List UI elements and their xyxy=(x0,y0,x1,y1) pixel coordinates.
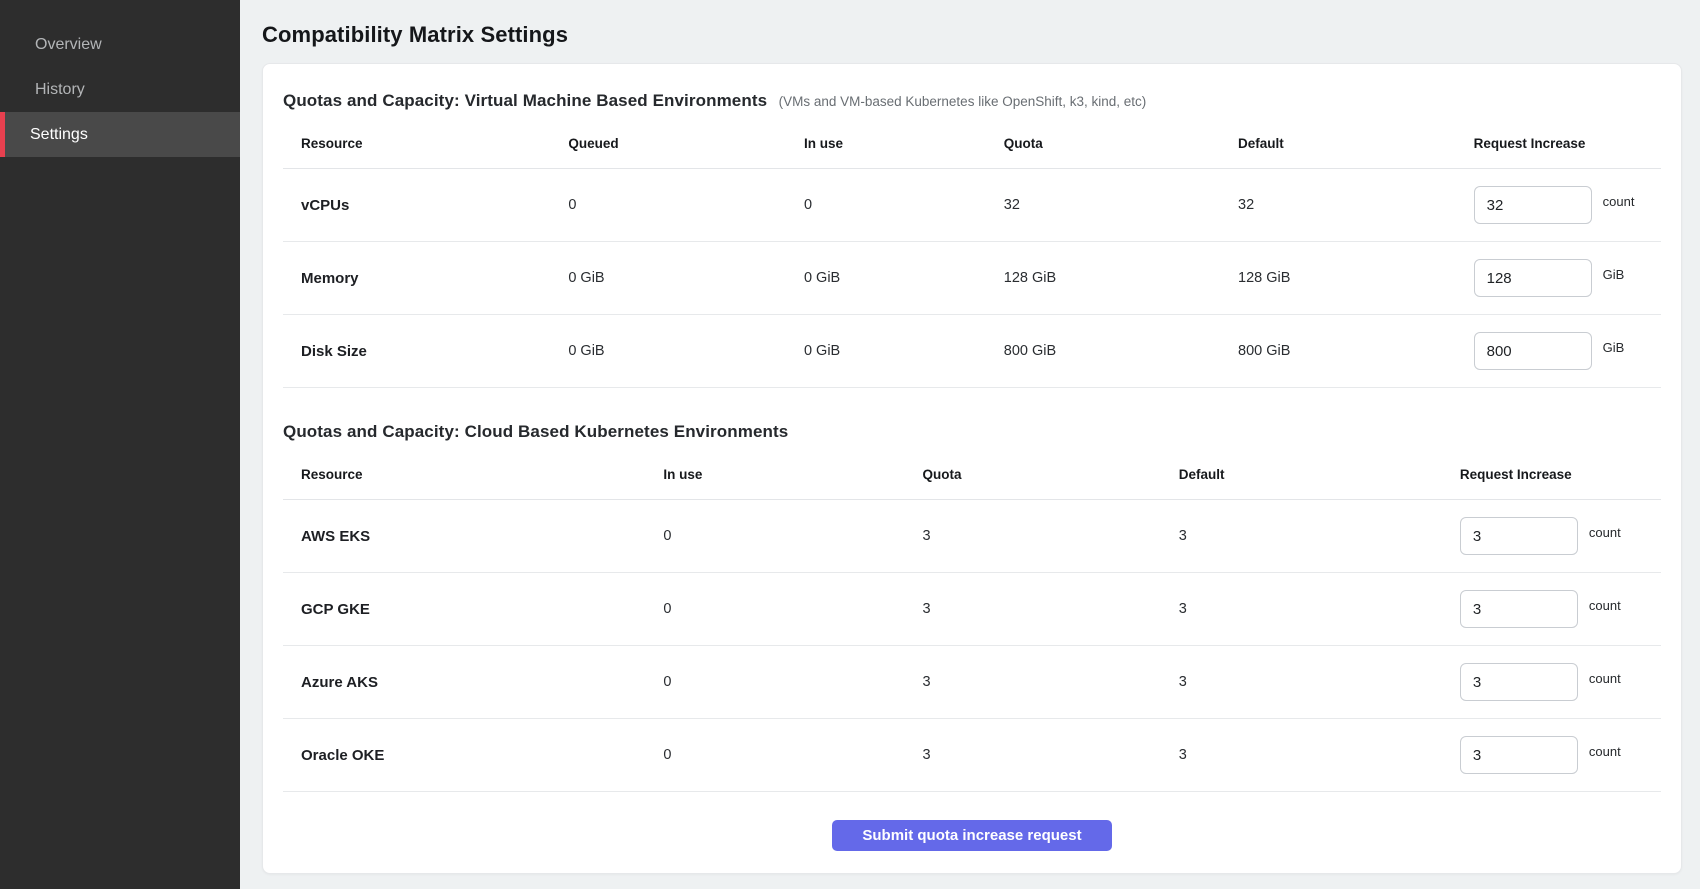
quota-value: 3 xyxy=(904,719,1160,792)
column-header-request-increase: Request Increase xyxy=(1456,114,1661,169)
table-row-vcpus: vCPUs 0 0 32 32 count xyxy=(283,169,1661,242)
sidebar: Overview History Settings xyxy=(0,0,240,889)
column-header-quota: Quota xyxy=(904,445,1160,500)
default-value: 3 xyxy=(1161,646,1442,719)
resource-name: Azure AKS xyxy=(283,646,645,719)
vm-section-header: Quotas and Capacity: Virtual Machine Bas… xyxy=(283,89,1661,114)
default-value: 3 xyxy=(1161,500,1442,573)
submit-row: Submit quota increase request xyxy=(283,792,1661,851)
unit-label: count xyxy=(1589,744,1621,759)
cloud-section-header: Quotas and Capacity: Cloud Based Kuberne… xyxy=(283,420,1661,445)
queued-value: 0 xyxy=(550,169,786,242)
table-row-oracle-oke: Oracle OKE 0 3 3 count xyxy=(283,719,1661,792)
unit-label: GiB xyxy=(1603,267,1625,282)
table-row-gcp-gke: GCP GKE 0 3 3 count xyxy=(283,573,1661,646)
cloud-table-header-row: Resource In use Quota Default Request In… xyxy=(283,445,1661,500)
vm-section-title: Quotas and Capacity: Virtual Machine Bas… xyxy=(283,91,767,110)
column-header-request-increase: Request Increase xyxy=(1442,445,1661,500)
column-header-default: Default xyxy=(1220,114,1456,169)
sidebar-item-settings[interactable]: Settings xyxy=(0,112,240,157)
default-value: 3 xyxy=(1161,719,1442,792)
default-value: 3 xyxy=(1161,573,1442,646)
column-header-in-use: In use xyxy=(786,114,986,169)
disk-size-request-input[interactable] xyxy=(1474,332,1592,370)
unit-label: count xyxy=(1589,525,1621,540)
cloud-quota-table: Resource In use Quota Default Request In… xyxy=(283,445,1661,792)
quota-value: 32 xyxy=(986,169,1220,242)
default-value: 800 GiB xyxy=(1220,315,1456,388)
resource-name: Oracle OKE xyxy=(283,719,645,792)
column-header-queued: Queued xyxy=(550,114,786,169)
quota-value: 128 GiB xyxy=(986,242,1220,315)
gcp-gke-request-input[interactable] xyxy=(1460,590,1578,628)
in-use-value: 0 xyxy=(786,169,986,242)
resource-name: GCP GKE xyxy=(283,573,645,646)
unit-label: count xyxy=(1603,194,1635,209)
table-row-aws-eks: AWS EKS 0 3 3 count xyxy=(283,500,1661,573)
vm-quota-table: Resource Queued In use Quota Default Req… xyxy=(283,114,1661,388)
sidebar-item-overview[interactable]: Overview xyxy=(0,22,240,67)
column-header-default: Default xyxy=(1161,445,1442,500)
vm-section-subtitle: (VMs and VM-based Kubernetes like OpenSh… xyxy=(779,94,1147,109)
page-title: Compatibility Matrix Settings xyxy=(262,20,1682,50)
resource-name: vCPUs xyxy=(283,169,550,242)
quota-value: 3 xyxy=(904,500,1160,573)
submit-quota-increase-button[interactable]: Submit quota increase request xyxy=(832,820,1112,851)
azure-aks-request-input[interactable] xyxy=(1460,663,1578,701)
oracle-oke-request-input[interactable] xyxy=(1460,736,1578,774)
aws-eks-request-input[interactable] xyxy=(1460,517,1578,555)
memory-request-input[interactable] xyxy=(1474,259,1592,297)
table-row-memory: Memory 0 GiB 0 GiB 128 GiB 128 GiB GiB xyxy=(283,242,1661,315)
resource-name: Disk Size xyxy=(283,315,550,388)
default-value: 128 GiB xyxy=(1220,242,1456,315)
table-row-disk-size: Disk Size 0 GiB 0 GiB 800 GiB 800 GiB Gi… xyxy=(283,315,1661,388)
column-header-resource: Resource xyxy=(283,114,550,169)
column-header-in-use: In use xyxy=(645,445,904,500)
default-value: 32 xyxy=(1220,169,1456,242)
in-use-value: 0 xyxy=(645,500,904,573)
settings-card: Quotas and Capacity: Virtual Machine Bas… xyxy=(262,63,1682,874)
resource-name: AWS EKS xyxy=(283,500,645,573)
in-use-value: 0 xyxy=(645,646,904,719)
vm-table-header-row: Resource Queued In use Quota Default Req… xyxy=(283,114,1661,169)
in-use-value: 0 xyxy=(645,573,904,646)
column-header-resource: Resource xyxy=(283,445,645,500)
quota-value: 800 GiB xyxy=(986,315,1220,388)
in-use-value: 0 xyxy=(645,719,904,792)
quota-value: 3 xyxy=(904,646,1160,719)
vcpus-request-input[interactable] xyxy=(1474,186,1592,224)
queued-value: 0 GiB xyxy=(550,242,786,315)
unit-label: count xyxy=(1589,598,1621,613)
queued-value: 0 GiB xyxy=(550,315,786,388)
cloud-section-title: Quotas and Capacity: Cloud Based Kuberne… xyxy=(283,422,788,441)
quota-value: 3 xyxy=(904,573,1160,646)
resource-name: Memory xyxy=(283,242,550,315)
in-use-value: 0 GiB xyxy=(786,315,986,388)
sidebar-item-history[interactable]: History xyxy=(0,67,240,112)
column-header-quota: Quota xyxy=(986,114,1220,169)
unit-label: count xyxy=(1589,671,1621,686)
main-content: Compatibility Matrix Settings Quotas and… xyxy=(240,0,1700,889)
unit-label: GiB xyxy=(1603,340,1625,355)
in-use-value: 0 GiB xyxy=(786,242,986,315)
table-row-azure-aks: Azure AKS 0 3 3 count xyxy=(283,646,1661,719)
